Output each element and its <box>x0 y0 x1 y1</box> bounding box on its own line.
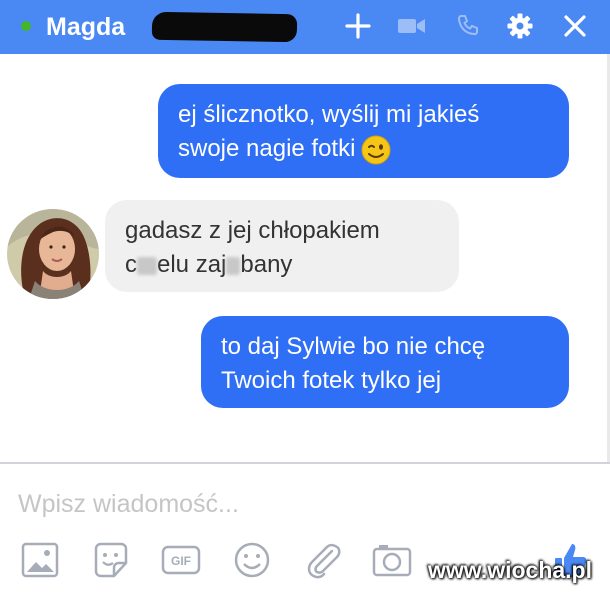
message-line: c elu zaj bany <box>125 251 293 278</box>
winking-face-icon <box>361 135 391 165</box>
camera-icon[interactable] <box>370 538 414 582</box>
chat-header: Magda <box>0 0 610 54</box>
outgoing-message: to daj Sylwie bo nie chcę Twoich fotek t… <box>201 316 569 408</box>
watermark: www.wiocha.pl <box>428 557 592 583</box>
image-icon[interactable] <box>18 538 62 582</box>
contact-avatar[interactable] <box>7 209 99 299</box>
message-line: gadasz z jej chłopakiem <box>125 217 380 244</box>
settings-gear-icon[interactable] <box>503 8 537 44</box>
gif-icon[interactable]: GIF <box>159 538 203 582</box>
gif-label: GIF <box>171 554 191 568</box>
message-line: swoje nagie fotki <box>178 132 549 166</box>
composer-divider <box>0 462 610 464</box>
attachment-icon[interactable] <box>301 538 345 582</box>
sticker-icon[interactable] <box>89 538 133 582</box>
add-icon[interactable] <box>341 8 375 44</box>
contact-name[interactable]: Magda <box>46 10 125 44</box>
online-status-icon <box>21 21 31 31</box>
message-line: to daj Sylwie bo nie chcę <box>221 333 486 360</box>
message-line: ej ślicznotko, wyślij mi jakieś <box>178 101 480 128</box>
redaction-mark <box>151 11 298 43</box>
emoji-icon[interactable] <box>230 538 274 582</box>
message-input[interactable]: Wpisz wiadomość... <box>18 490 239 519</box>
censor-blur <box>226 256 241 275</box>
incoming-message: gadasz z jej chłopakiem c elu zaj bany <box>105 200 459 292</box>
censor-blur <box>137 256 157 275</box>
outgoing-message: ej ślicznotko, wyślij mi jakieś swoje na… <box>158 84 569 178</box>
phone-icon[interactable] <box>451 8 485 44</box>
video-call-icon[interactable] <box>395 8 429 44</box>
close-icon[interactable] <box>558 8 592 44</box>
message-line: Twoich fotek tylko jej <box>221 367 442 394</box>
